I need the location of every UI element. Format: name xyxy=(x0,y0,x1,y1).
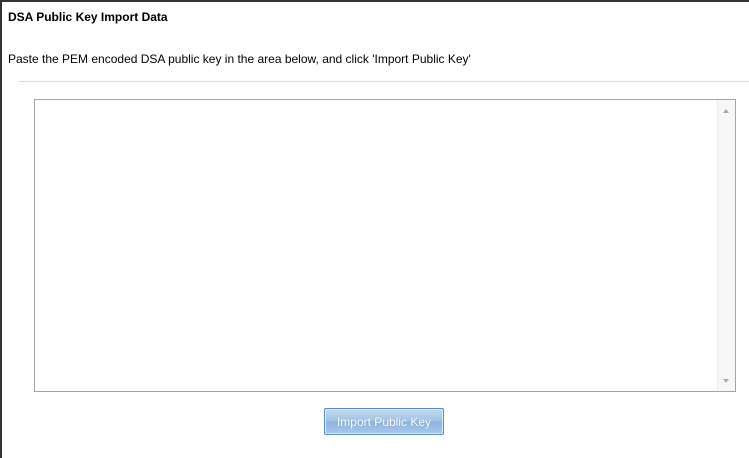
page-title: DSA Public Key Import Data xyxy=(8,10,168,24)
key-textarea-container xyxy=(34,99,736,392)
separator xyxy=(19,81,749,82)
public-key-textarea[interactable] xyxy=(35,100,717,391)
instructions-text: Paste the PEM encoded DSA public key in … xyxy=(8,52,471,66)
scroll-up-arrow-icon[interactable] xyxy=(723,109,729,113)
scroll-down-arrow-icon[interactable] xyxy=(723,379,729,383)
vertical-scrollbar[interactable] xyxy=(717,100,735,391)
import-panel: DSA Public Key Import Data Paste the PEM… xyxy=(0,0,749,458)
import-public-key-button[interactable]: Import Public Key xyxy=(324,408,444,435)
